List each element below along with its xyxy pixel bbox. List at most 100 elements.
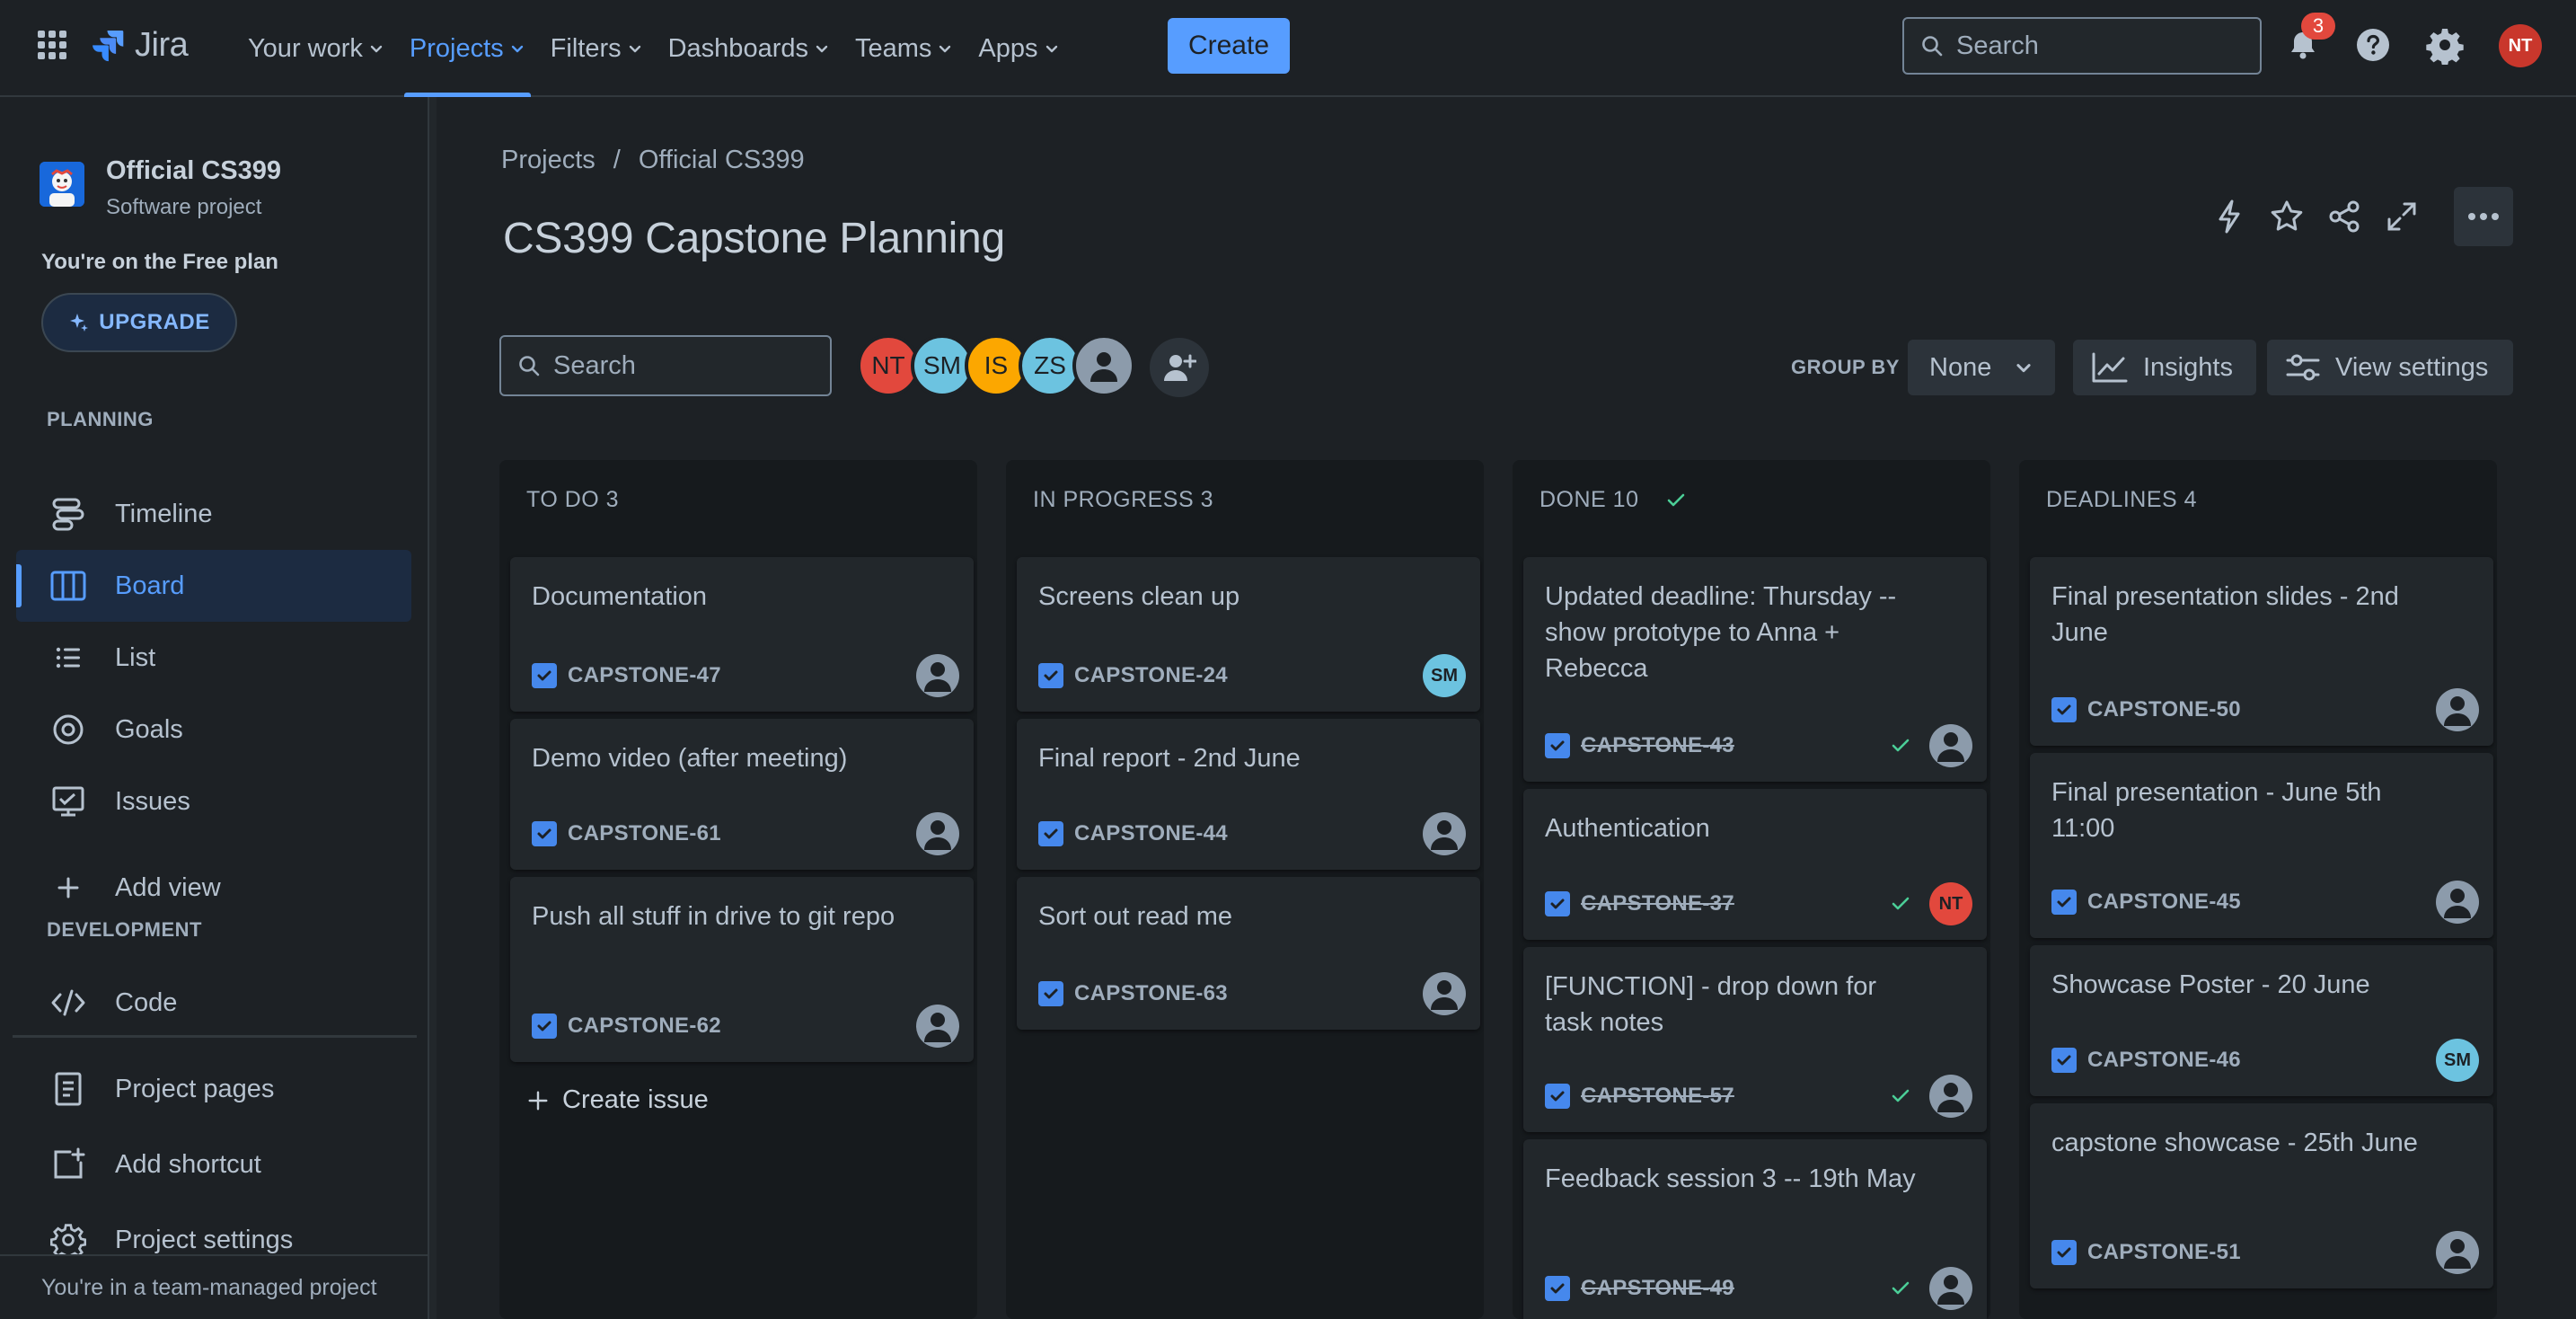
issue-card[interactable]: Screens clean up CAPSTONE-24 SM bbox=[1017, 557, 1480, 712]
issue-card[interactable]: Demo video (after meeting) CAPSTONE-61 bbox=[510, 719, 974, 870]
expand-icon[interactable] bbox=[2382, 197, 2422, 236]
column-title: IN PROGRESS 3 bbox=[1033, 487, 1213, 512]
unassigned-avatar-icon[interactable] bbox=[2436, 1231, 2479, 1274]
create-button[interactable]: Create bbox=[1168, 18, 1290, 74]
sidebar-divider bbox=[13, 1035, 417, 1038]
sidebar-item-board[interactable]: Board bbox=[16, 550, 411, 622]
issue-card[interactable]: Authentication CAPSTONE-37 NT bbox=[1523, 789, 1987, 940]
issue-card[interactable]: Final presentation slides - 2nd June CAPS… bbox=[2030, 557, 2493, 746]
global-search-input[interactable]: Search bbox=[1902, 17, 2262, 75]
issue-card[interactable]: Documentation CAPSTONE-47 bbox=[510, 557, 974, 712]
issue-key[interactable]: CAPSTONE-24 bbox=[1074, 663, 1228, 688]
board-search-input[interactable]: Search bbox=[499, 335, 832, 396]
project-name: Official CS399 bbox=[106, 156, 282, 185]
nav-dashboards[interactable]: Dashboards bbox=[656, 0, 842, 97]
issue-key[interactable]: CAPSTONE-61 bbox=[568, 821, 721, 846]
automation-lightning-icon[interactable] bbox=[2210, 197, 2249, 236]
issue-key[interactable]: CAPSTONE-49 bbox=[1581, 1276, 1734, 1301]
sidebar-item-code[interactable]: Code bbox=[16, 967, 411, 1039]
goals-icon bbox=[49, 710, 88, 749]
unassigned-avatar-icon[interactable] bbox=[1929, 1267, 1972, 1310]
column-header[interactable]: IN PROGRESS 3 bbox=[1033, 487, 1213, 513]
add-person-icon bbox=[1162, 350, 1196, 385]
team-avatar-unassigned[interactable] bbox=[1072, 334, 1135, 397]
issue-key[interactable]: CAPSTONE-62 bbox=[568, 1014, 721, 1039]
issue-card[interactable]: Updated deadline: Thursday -- show proto… bbox=[1523, 557, 1987, 782]
breadcrumb-project[interactable]: Official CS399 bbox=[639, 146, 805, 175]
board-column: IN PROGRESS 3 Screens clean up CAPSTONE-24… bbox=[1006, 460, 1484, 1319]
upgrade-button[interactable]: UPGRADE bbox=[41, 293, 237, 352]
board-column: DONE 10 Updated deadline: Thursday -- sho… bbox=[1513, 460, 1990, 1319]
add-people-button[interactable] bbox=[1150, 338, 1209, 397]
sidebar-item-timeline[interactable]: Timeline bbox=[16, 478, 411, 550]
task-type-icon bbox=[1545, 891, 1570, 916]
app-switcher-icon[interactable] bbox=[36, 29, 68, 61]
help-icon[interactable] bbox=[2353, 25, 2393, 65]
unassigned-avatar-icon[interactable] bbox=[2436, 688, 2479, 731]
issue-key[interactable]: CAPSTONE-45 bbox=[2087, 890, 2241, 915]
nav-teams[interactable]: Teams bbox=[842, 0, 966, 97]
unassigned-avatar-icon[interactable] bbox=[916, 812, 959, 855]
project-header[interactable]: Official CS399 Software project bbox=[40, 156, 281, 220]
issue-card-footer: CAPSTONE-43 bbox=[1545, 724, 1972, 767]
nav-projects[interactable]: Projects bbox=[397, 0, 538, 97]
more-actions-button[interactable] bbox=[2454, 187, 2513, 246]
column-header[interactable]: DONE 10 bbox=[1539, 487, 1689, 513]
assignee-avatar[interactable]: SM bbox=[2436, 1039, 2479, 1082]
task-type-icon bbox=[532, 663, 557, 688]
issue-key[interactable]: CAPSTONE-50 bbox=[2087, 697, 2241, 722]
issue-card[interactable]: Feedback session 3 -- 19th May CAPSTONE-4… bbox=[1523, 1139, 1987, 1319]
issue-card[interactable]: Push all stuff in drive to git repo CAPST… bbox=[510, 877, 974, 1062]
column-header[interactable]: DEADLINES 4 bbox=[2046, 487, 2197, 513]
user-avatar[interactable]: NT bbox=[2499, 24, 2542, 67]
insights-button[interactable]: Insights bbox=[2073, 340, 2256, 395]
issue-card-footer: CAPSTONE-49 bbox=[1545, 1267, 1972, 1310]
column-header[interactable]: TO DO 3 bbox=[526, 487, 619, 513]
group-by-select[interactable]: None bbox=[1908, 340, 2055, 395]
issue-card[interactable]: Sort out read me CAPSTONE-63 bbox=[1017, 877, 1480, 1030]
assignee-avatar[interactable]: NT bbox=[1929, 882, 1972, 925]
issue-key[interactable]: CAPSTONE-43 bbox=[1581, 733, 1734, 758]
settings-gear-icon[interactable] bbox=[2425, 25, 2465, 65]
issue-key[interactable]: CAPSTONE-37 bbox=[1581, 891, 1734, 916]
unassigned-avatar-icon[interactable] bbox=[916, 654, 959, 697]
unassigned-avatar-icon[interactable] bbox=[1423, 972, 1466, 1015]
sidebar-resize-handle[interactable] bbox=[429, 97, 437, 1319]
task-type-icon bbox=[1038, 663, 1063, 688]
issue-card[interactable]: Showcase Poster - 20 June CAPSTONE-46 SM bbox=[2030, 945, 2493, 1096]
add-shortcut-icon bbox=[49, 1145, 88, 1184]
sidebar-item-add-shortcut[interactable]: Add shortcut bbox=[16, 1129, 411, 1200]
sidebar-item-goals[interactable]: Goals bbox=[16, 694, 411, 766]
breadcrumb-projects[interactable]: Projects bbox=[501, 146, 595, 175]
sidebar-item-list[interactable]: List bbox=[16, 622, 411, 694]
star-icon[interactable] bbox=[2267, 197, 2307, 236]
issue-key[interactable]: CAPSTONE-44 bbox=[1074, 821, 1228, 846]
nav-apps[interactable]: Apps bbox=[966, 0, 1072, 97]
team-managed-footer[interactable]: You're in a team-managed project bbox=[0, 1254, 428, 1319]
issue-key[interactable]: CAPSTONE-47 bbox=[568, 663, 721, 688]
issue-key[interactable]: CAPSTONE-57 bbox=[1581, 1084, 1734, 1109]
unassigned-avatar-icon[interactable] bbox=[1929, 1075, 1972, 1118]
nav-filters[interactable]: Filters bbox=[538, 0, 656, 97]
sidebar-item-project-pages[interactable]: Project pages bbox=[16, 1053, 411, 1125]
issue-card[interactable]: Final report - 2nd June CAPSTONE-44 bbox=[1017, 719, 1480, 870]
issue-card[interactable]: capstone showcase - 25th June CAPSTONE-51 bbox=[2030, 1103, 2493, 1288]
create-issue-button[interactable]: Create issue bbox=[526, 1085, 709, 1115]
issue-card[interactable]: Final presentation - June 5th 11:00 CAPST… bbox=[2030, 753, 2493, 938]
share-icon[interactable] bbox=[2325, 197, 2364, 236]
add-view-button[interactable]: Add view bbox=[16, 852, 411, 924]
unassigned-avatar-icon[interactable] bbox=[2436, 881, 2479, 924]
issue-key[interactable]: CAPSTONE-46 bbox=[2087, 1048, 2241, 1073]
issue-key[interactable]: CAPSTONE-63 bbox=[1074, 981, 1228, 1006]
nav-your-work[interactable]: Your work bbox=[235, 0, 397, 97]
unassigned-avatar-icon[interactable] bbox=[916, 1005, 959, 1048]
issue-key[interactable]: CAPSTONE-51 bbox=[2087, 1240, 2241, 1265]
issue-card[interactable]: [FUNCTION] - drop down for task notes CAP… bbox=[1523, 947, 1987, 1132]
sidebar-item-issues[interactable]: Issues bbox=[16, 766, 411, 837]
assignee-avatar[interactable]: SM bbox=[1423, 654, 1466, 697]
issue-title: Feedback session 3 -- 19th May bbox=[1545, 1164, 1916, 1193]
view-settings-button[interactable]: View settings bbox=[2267, 340, 2513, 395]
jira-logo[interactable]: Jira bbox=[90, 23, 189, 66]
unassigned-avatar-icon[interactable] bbox=[1423, 812, 1466, 855]
unassigned-avatar-icon[interactable] bbox=[1929, 724, 1972, 767]
